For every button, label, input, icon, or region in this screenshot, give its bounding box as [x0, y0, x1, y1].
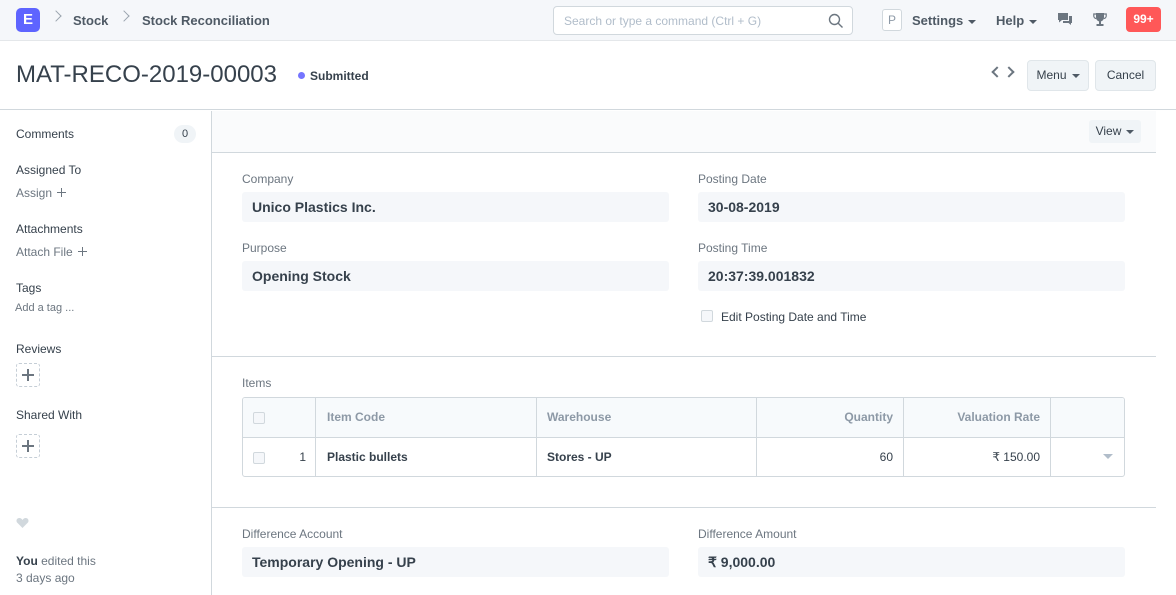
- chat-icon[interactable]: [1057, 12, 1073, 27]
- status-indicator: Submitted: [298, 69, 369, 83]
- difference-account-field[interactable]: Temporary Opening - UP: [242, 547, 669, 577]
- tags-label: Tags: [16, 281, 42, 295]
- section-divider: [212, 507, 1156, 508]
- settings-dropdown[interactable]: Settings: [912, 13, 977, 28]
- help-label: Help: [996, 13, 1025, 28]
- cell-item-code[interactable]: Plastic bullets: [327, 450, 408, 464]
- section-divider: [212, 356, 1156, 357]
- caret-down-icon: [968, 19, 977, 24]
- items-label: Items: [242, 376, 272, 390]
- view-dropdown[interactable]: View: [1089, 120, 1141, 143]
- activity-action: edited this: [37, 554, 96, 568]
- column-header-valuation-rate: Valuation Rate: [957, 410, 1040, 424]
- add-tag-link[interactable]: Add a tag ...: [15, 302, 74, 314]
- edit-posting-label[interactable]: Edit Posting Date and Time: [721, 310, 866, 324]
- status-label: Submitted: [310, 69, 369, 83]
- posting-time-field[interactable]: 20:37:39.001832: [698, 261, 1125, 291]
- chevron-right-icon: [118, 10, 130, 22]
- column-header-quantity: Quantity: [844, 410, 893, 424]
- assign-link[interactable]: Assign: [16, 186, 67, 200]
- cell-valuation-rate[interactable]: ₹ 150.00: [904, 450, 1040, 464]
- plus-icon: [57, 188, 67, 197]
- activity-user: You: [16, 554, 38, 568]
- caret-down-icon: [1126, 129, 1135, 134]
- attach-file-link[interactable]: Attach File: [16, 245, 87, 259]
- reviews-label: Reviews: [16, 342, 62, 356]
- search-icon[interactable]: [828, 13, 844, 29]
- menu-label: Menu: [1036, 68, 1067, 82]
- edit-posting-checkbox[interactable]: [701, 310, 713, 322]
- user-avatar[interactable]: P: [882, 9, 902, 31]
- heart-icon[interactable]: [16, 517, 29, 529]
- assign-label: Assign: [16, 186, 53, 200]
- search-input[interactable]: [554, 7, 814, 34]
- breadcrumb-stock-reconciliation[interactable]: Stock Reconciliation: [142, 13, 270, 28]
- settings-label: Settings: [912, 13, 964, 28]
- company-field[interactable]: Unico Plastics Inc.: [242, 192, 669, 222]
- form-toolbar: View: [212, 111, 1156, 153]
- activity-text: You edited this: [16, 554, 96, 568]
- items-table: Item Code Warehouse Quantity Valuation R…: [242, 397, 1125, 477]
- awesomebar: [553, 6, 853, 35]
- status-dot-icon: [298, 72, 305, 79]
- add-review-button[interactable]: [16, 363, 40, 387]
- purpose-label: Purpose: [242, 241, 287, 255]
- help-dropdown[interactable]: Help: [996, 13, 1038, 28]
- app-logo[interactable]: E: [16, 8, 40, 32]
- cancel-button[interactable]: Cancel: [1095, 60, 1156, 91]
- attach-file-label: Attach File: [16, 245, 73, 259]
- column-header-item-code: Item Code: [327, 410, 386, 424]
- attachments-label: Attachments: [16, 222, 83, 236]
- page-title: MAT-RECO-2019-00003: [16, 61, 277, 88]
- caret-down-icon: [1029, 19, 1038, 24]
- activity-timestamp: 3 days ago: [16, 571, 75, 585]
- shared-with-label: Shared With: [16, 408, 83, 422]
- row-expand-icon[interactable]: [1103, 454, 1113, 459]
- caret-down-icon: [1071, 73, 1080, 78]
- assigned-to-label: Assigned To: [16, 163, 82, 177]
- cell-warehouse[interactable]: Stores - UP: [547, 450, 612, 464]
- chevron-right-icon: [50, 10, 62, 22]
- posting-date-field[interactable]: 30-08-2019: [698, 192, 1125, 222]
- row-index-column: [243, 398, 316, 476]
- notifications-badge[interactable]: 99+: [1126, 7, 1161, 32]
- form-sidebar: Comments 0 Assigned To Assign Attachment…: [0, 111, 212, 595]
- chevron-left-icon[interactable]: [991, 66, 1003, 78]
- select-all-checkbox[interactable]: [253, 412, 265, 424]
- menu-button[interactable]: Menu: [1027, 60, 1089, 91]
- chevron-right-icon[interactable]: [1003, 66, 1015, 78]
- comments-label[interactable]: Comments: [16, 127, 74, 141]
- column-header-warehouse: Warehouse: [547, 410, 612, 424]
- purpose-field[interactable]: Opening Stock: [242, 261, 669, 291]
- comments-count-badge: 0: [174, 125, 196, 143]
- difference-amount-field[interactable]: ₹ 9,000.00: [698, 547, 1125, 577]
- view-label: View: [1095, 124, 1122, 138]
- page-head: MAT-RECO-2019-00003 Submitted Menu Cance…: [0, 41, 1176, 110]
- breadcrumb-stock[interactable]: Stock: [73, 13, 108, 28]
- cell-quantity[interactable]: 60: [757, 450, 893, 464]
- plus-icon: [77, 247, 87, 256]
- form-layout: View Company Unico Plastics Inc. Posting…: [212, 111, 1156, 595]
- difference-amount-label: Difference Amount: [698, 527, 797, 541]
- posting-date-label: Posting Date: [698, 172, 767, 186]
- trophy-icon[interactable]: [1093, 12, 1107, 27]
- posting-time-label: Posting Time: [698, 241, 768, 255]
- row-index: 1: [299, 450, 306, 464]
- difference-account-label: Difference Account: [242, 527, 343, 541]
- add-share-button[interactable]: [16, 434, 40, 458]
- navbar: E Stock Stock Reconciliation P Settings …: [0, 0, 1176, 41]
- company-label: Company: [242, 172, 294, 186]
